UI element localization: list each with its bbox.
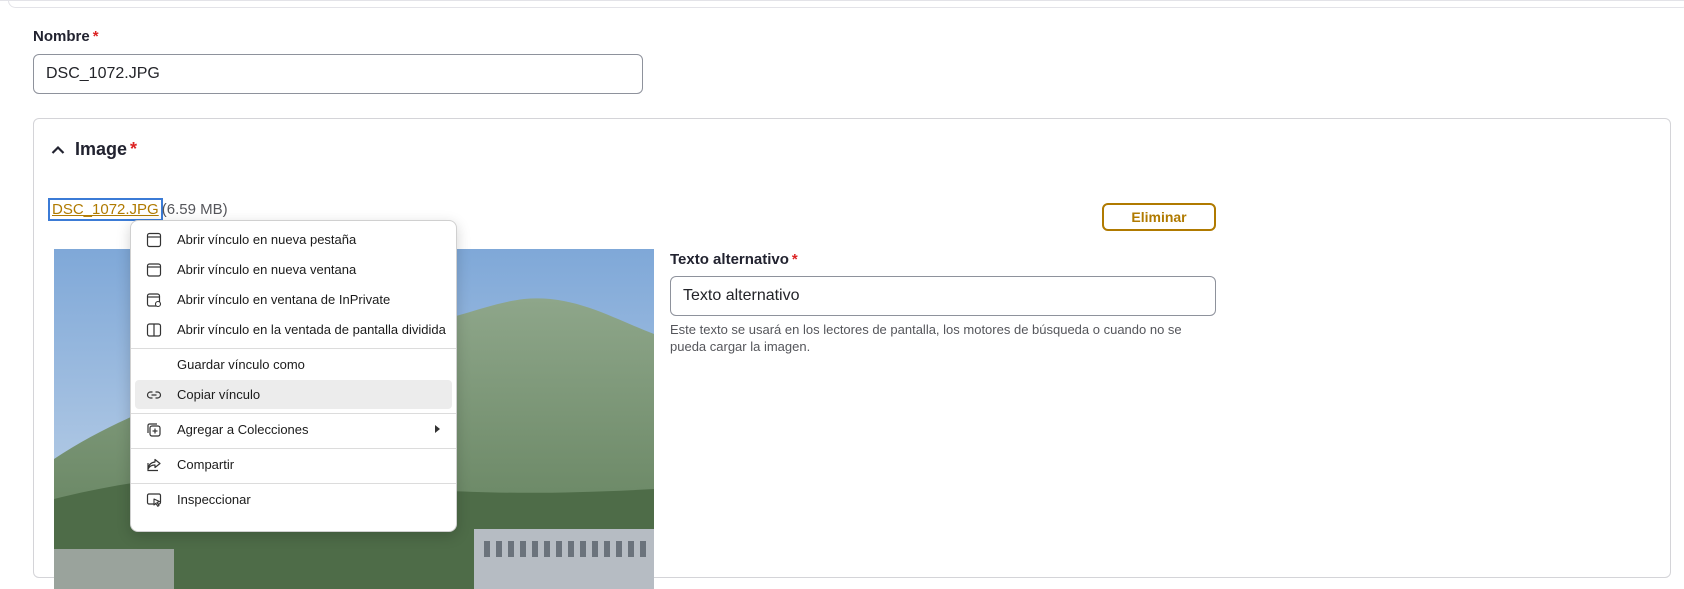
inspect-icon xyxy=(145,491,163,509)
image-section-toggle[interactable]: Image * xyxy=(51,139,137,160)
required-marker: * xyxy=(791,251,798,268)
menu-item-label: Inspeccionar xyxy=(177,492,251,507)
collections-icon xyxy=(145,421,163,439)
menu-item-open-new-window[interactable]: Abrir vínculo en nueva ventana xyxy=(135,255,452,284)
menu-separator xyxy=(131,413,456,414)
menu-separator xyxy=(131,348,456,349)
menu-item-open-new-tab[interactable]: Abrir vínculo en nueva pestaña xyxy=(135,225,452,254)
menu-separator xyxy=(131,483,456,484)
menu-item-label: Copiar vínculo xyxy=(177,387,261,402)
new-window-icon xyxy=(145,261,163,279)
menu-item-label: Abrir vínculo en la ventada de pantalla … xyxy=(177,322,446,337)
context-menu: Abrir vínculo en nueva pestaña Abrir vín… xyxy=(130,220,457,532)
required-marker: * xyxy=(92,28,99,45)
inprivate-window-icon xyxy=(145,291,163,309)
share-icon xyxy=(145,456,163,474)
menu-item-label: Abrir vínculo en ventana de InPrivate xyxy=(177,292,391,307)
menu-item-label: Abrir vínculo en nueva ventana xyxy=(177,262,357,277)
image-section-title: Image * xyxy=(75,139,138,159)
menu-item-open-inprivate[interactable]: Abrir vínculo en ventana de InPrivate xyxy=(135,285,452,314)
alt-text-input[interactable]: Texto alternativo xyxy=(670,276,1216,316)
split-screen-icon xyxy=(145,321,163,339)
file-info: DSC_1072.JPG (6.59 MB) xyxy=(48,198,228,221)
alt-text-label: Texto alternativo * xyxy=(670,251,798,268)
name-field-label: Nombre * xyxy=(33,28,99,45)
alt-text-help: Este texto se usará en los lectores de p… xyxy=(670,322,1182,354)
menu-item-share[interactable]: Compartir xyxy=(135,450,452,479)
new-tab-icon xyxy=(145,231,163,249)
menu-item-open-split-screen[interactable]: Abrir vínculo en la ventada de pantalla … xyxy=(135,315,452,344)
remove-button[interactable]: Eliminar xyxy=(1102,203,1216,231)
menu-item-label: Compartir xyxy=(177,457,235,472)
file-link[interactable]: DSC_1072.JPG xyxy=(48,198,163,221)
menu-item-save-link-as[interactable]: Guardar vínculo como xyxy=(135,350,452,379)
name-input[interactable]: DSC_1072.JPG xyxy=(33,54,643,94)
menu-item-label: Abrir vínculo en nueva pestaña xyxy=(177,232,357,247)
chevron-up-icon xyxy=(51,143,65,157)
file-size: (6.59 MB) xyxy=(161,201,228,218)
link-icon xyxy=(145,386,163,404)
menu-item-label: Agregar a Colecciones xyxy=(177,422,309,437)
menu-item-add-to-collections[interactable]: Agregar a Colecciones xyxy=(135,415,452,444)
submenu-arrow-icon xyxy=(434,422,442,437)
menu-item-copy-link[interactable]: Copiar vínculo xyxy=(135,380,452,409)
required-marker: * xyxy=(130,139,138,159)
page-frame-corner xyxy=(8,0,1684,8)
menu-item-label: Guardar vínculo como xyxy=(177,357,305,372)
menu-item-inspect[interactable]: Inspeccionar xyxy=(135,485,452,514)
menu-separator xyxy=(131,448,456,449)
